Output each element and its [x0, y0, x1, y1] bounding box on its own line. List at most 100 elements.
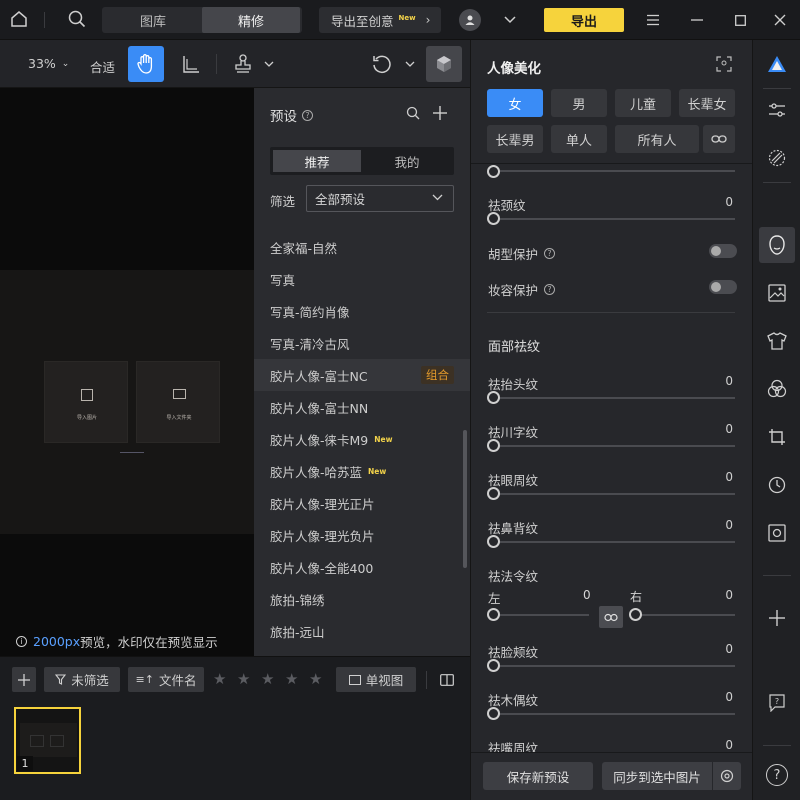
adjust-sliders-icon[interactable]: [766, 99, 788, 121]
preset-item[interactable]: 胶片人像-全能400: [254, 551, 470, 583]
chevron-down-icon[interactable]: [262, 58, 276, 70]
export-creative-button[interactable]: 导出至创意 New ›: [319, 7, 441, 33]
fit-button[interactable]: 合适: [90, 57, 115, 76]
add-icon[interactable]: [430, 103, 450, 123]
preset-item[interactable]: 全家福-自然: [254, 231, 470, 263]
filter-button[interactable]: 未筛选: [44, 667, 120, 692]
nasolabial-right-knob[interactable]: [629, 608, 642, 621]
maximize-icon[interactable]: [731, 10, 749, 30]
chevron-down-icon[interactable]: [403, 58, 417, 70]
preset-item[interactable]: 写真-清冷古风: [254, 327, 470, 359]
slider-knob[interactable]: [487, 487, 500, 500]
face-icon[interactable]: [766, 234, 788, 256]
help-icon[interactable]: ?: [766, 764, 788, 786]
lens-icon[interactable]: [766, 522, 788, 544]
hand-tool-icon[interactable]: [128, 46, 164, 82]
export-button[interactable]: 导出: [544, 8, 624, 32]
search-icon[interactable]: [66, 8, 88, 30]
stamp-icon[interactable]: [232, 52, 254, 76]
slider-knob[interactable]: [487, 707, 500, 720]
thumbnail[interactable]: 1: [14, 707, 81, 774]
slider-knob[interactable]: [487, 535, 500, 548]
neck-track[interactable]: [493, 218, 735, 220]
avatar[interactable]: [459, 9, 481, 31]
history-icon[interactable]: [766, 474, 788, 496]
texture-icon[interactable]: [766, 147, 788, 169]
rating-star-icon[interactable]: ★: [237, 670, 250, 688]
preset-item[interactable]: 胶片人像-徕卡M9 New: [254, 423, 470, 455]
help-icon[interactable]: ?: [302, 109, 313, 121]
single-view-button[interactable]: 单视图: [336, 667, 416, 692]
color-mix-icon[interactable]: [766, 378, 788, 400]
nasolabial-left-track[interactable]: [493, 614, 589, 616]
rating-star-icon[interactable]: ★: [261, 670, 274, 688]
straighten-icon[interactable]: [180, 53, 202, 75]
add-icon[interactable]: [766, 607, 788, 629]
target-option[interactable]: 长辈男: [487, 125, 543, 153]
crop-icon[interactable]: [766, 426, 788, 448]
tab-mine[interactable]: 我的: [363, 150, 451, 172]
tab-recommend[interactable]: 推荐: [273, 150, 361, 172]
preset-item[interactable]: 写真-简约肖像: [254, 295, 470, 327]
slider-track[interactable]: [493, 713, 735, 715]
target-option[interactable]: 男: [551, 89, 607, 117]
nasolabial-right-track[interactable]: [635, 614, 735, 616]
search-icon[interactable]: [404, 104, 422, 122]
image-adjust-icon[interactable]: [766, 282, 788, 304]
save-preset-button[interactable]: 保存新预设: [483, 762, 593, 790]
compare-view-icon[interactable]: [434, 667, 460, 692]
clothing-icon[interactable]: [766, 330, 788, 352]
undo-icon[interactable]: [370, 52, 394, 76]
slider-knob[interactable]: [487, 165, 500, 178]
link-icon[interactable]: [703, 125, 735, 153]
zoom-select[interactable]: 33% ⌄: [28, 56, 69, 71]
preset-item[interactable]: 胶片人像-理光正片: [254, 487, 470, 519]
slider-knob[interactable]: [487, 439, 500, 452]
help-icon[interactable]: ?: [544, 284, 556, 295]
slider-track[interactable]: [493, 493, 735, 495]
link-icon[interactable]: [599, 606, 623, 628]
slider-track[interactable]: [493, 170, 735, 172]
preset-item[interactable]: 胶片人像-理光负片: [254, 519, 470, 551]
minimize-icon[interactable]: [688, 10, 706, 30]
preset-item[interactable]: 旅拍-远山: [254, 615, 470, 647]
home-icon[interactable]: [8, 8, 30, 30]
preset-item[interactable]: 胶片人像-富士NC 组合: [254, 359, 470, 391]
sync-settings-icon[interactable]: [713, 762, 741, 790]
sort-button[interactable]: ≡↑ 文件名: [128, 667, 204, 692]
filter-select[interactable]: 全部预设: [306, 185, 454, 212]
rating-star-icon[interactable]: ★: [285, 670, 298, 688]
nasolabial-left-knob[interactable]: [487, 608, 500, 621]
tab-edit[interactable]: 精修: [202, 7, 300, 33]
preset-item[interactable]: 写真: [254, 263, 470, 295]
preset-item[interactable]: 旅拍-锦绣: [254, 583, 470, 615]
target-option[interactable]: 长辈女: [679, 89, 735, 117]
slider-track[interactable]: [493, 397, 735, 399]
preset-scrollbar[interactable]: [463, 430, 467, 568]
rating-star-icon[interactable]: ★: [309, 670, 322, 688]
close-icon[interactable]: [771, 10, 789, 30]
feedback-icon[interactable]: ?: [766, 692, 788, 714]
ai-logo-icon[interactable]: [766, 53, 788, 75]
target-option[interactable]: 所有人: [615, 125, 699, 153]
sync-button[interactable]: 同步到选中图片: [602, 762, 712, 790]
target-option[interactable]: 儿童: [615, 89, 671, 117]
slider-track[interactable]: [493, 665, 735, 667]
menu-icon[interactable]: [644, 10, 662, 30]
slider-track[interactable]: [493, 445, 735, 447]
slider-knob[interactable]: [487, 659, 500, 672]
preset-item[interactable]: 胶片人像-富士NN: [254, 391, 470, 423]
face-detect-icon[interactable]: [714, 54, 734, 74]
neck-knob[interactable]: [487, 212, 500, 225]
chevron-down-icon[interactable]: [500, 10, 520, 30]
image-canvas[interactable]: 导入图片 导入文件夹 i 2000px 预览，水印仅在预览显示: [0, 88, 254, 656]
beard-protect-toggle[interactable]: [709, 244, 737, 258]
3d-cube-icon[interactable]: [426, 46, 462, 82]
rating-star-icon[interactable]: ★: [213, 670, 226, 688]
target-option[interactable]: 女: [487, 89, 543, 117]
makeup-protect-toggle[interactable]: [709, 280, 737, 294]
help-icon[interactable]: ?: [544, 248, 556, 259]
slider-knob[interactable]: [487, 391, 500, 404]
tab-library[interactable]: 图库: [104, 7, 202, 33]
slider-track[interactable]: [493, 541, 735, 543]
